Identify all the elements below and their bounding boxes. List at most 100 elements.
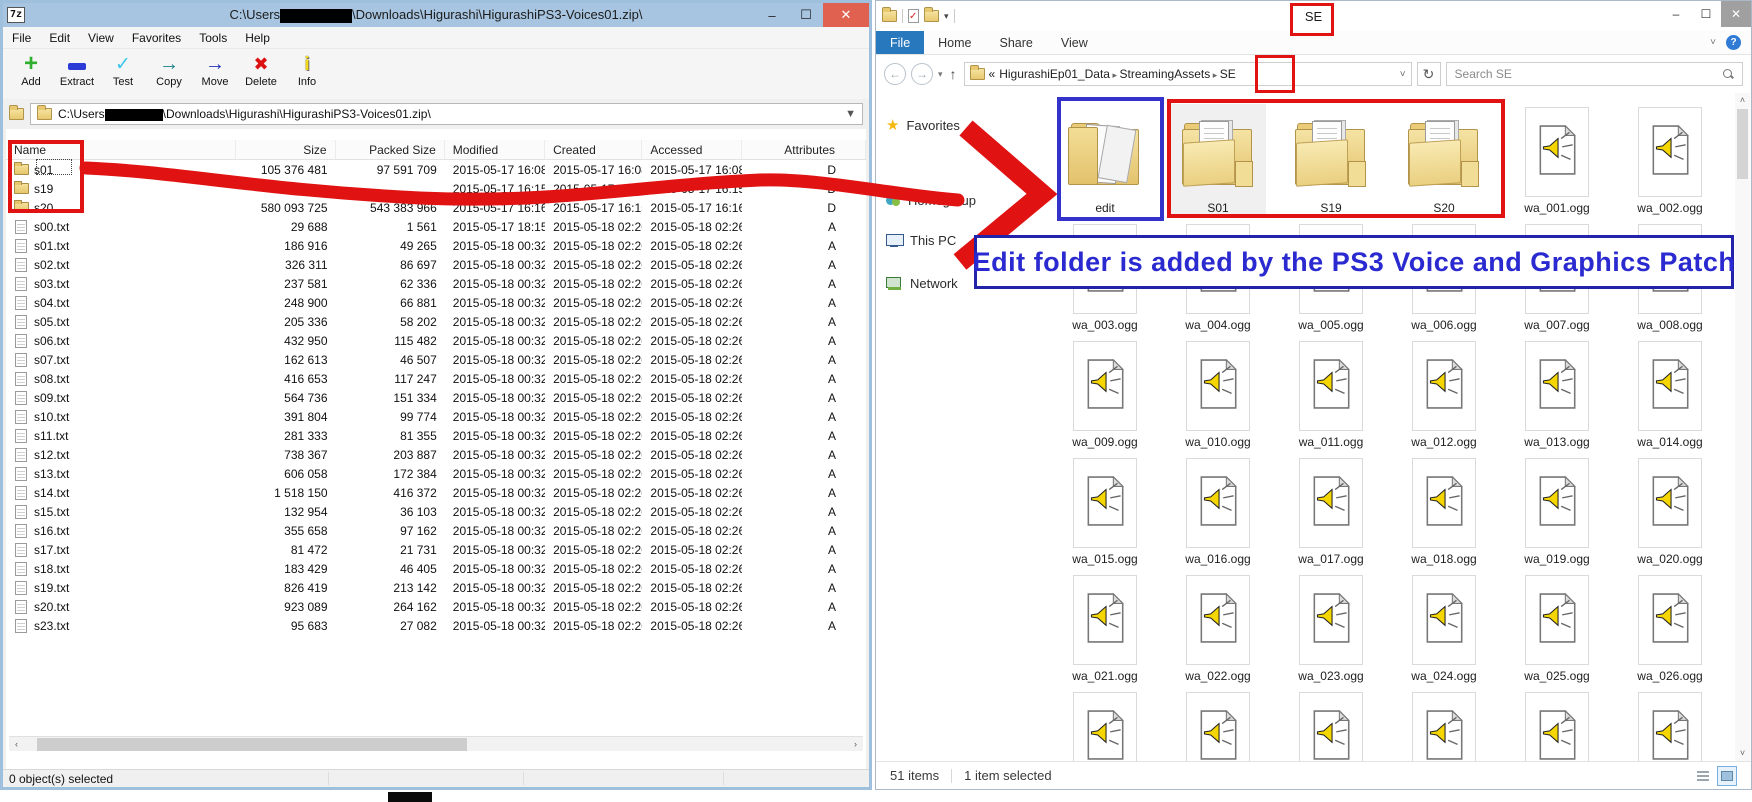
scroll-up-icon[interactable]: ˄ [1735, 93, 1750, 108]
tab-file[interactable]: File [876, 31, 924, 54]
column-header-name[interactable]: Name [6, 140, 236, 159]
breadcrumb-item-streamingassets[interactable]: StreamingAssets [1120, 67, 1211, 81]
scroll-right-icon[interactable]: › [848, 737, 863, 752]
sidebar-item-favorites[interactable]: ★Favorites [886, 116, 960, 134]
column-headers[interactable]: NameSizePacked SizeModifiedCreatedAccess… [6, 140, 866, 160]
toolbar-button-add[interactable]: +Add [9, 52, 53, 88]
size-cell [236, 179, 335, 198]
table-row[interactable]: s20580 093 725543 383 9662015-05-17 16:1… [6, 198, 866, 217]
tab-home[interactable]: Home [924, 31, 985, 54]
table-row[interactable]: s07.txt162 61346 5072015-05-18 00:322015… [6, 350, 866, 369]
toolbar-button-info[interactable]: iInfo [285, 52, 329, 88]
table-row[interactable]: s14.txt1 518 150416 3722015-05-18 00:322… [6, 483, 866, 502]
scrollbar-thumb[interactable] [37, 738, 467, 751]
sevenzip-titlebar[interactable]: 7z C:\Users\Downloads\Higurashi\Higurash… [3, 3, 869, 27]
table-row[interactable]: s00.txt29 6881 5612015-05-17 18:152015-0… [6, 217, 866, 236]
chevron-down-icon[interactable]: ▼ [845, 108, 856, 120]
table-row[interactable]: s13.txt606 058172 3842015-05-18 00:32201… [6, 464, 866, 483]
table-row[interactable]: s04.txt248 90066 8812015-05-18 00:322015… [6, 293, 866, 312]
sidebar-item-network[interactable]: Network [886, 276, 958, 291]
menu-item-file[interactable]: File [3, 31, 40, 45]
table-row[interactable]: s01.txt186 91649 2652015-05-18 00:322015… [6, 236, 866, 255]
close-button[interactable]: ✕ [823, 3, 869, 27]
menu-item-favorites[interactable]: Favorites [123, 31, 190, 45]
table-row[interactable]: s15.txt132 95436 1032015-05-18 00:322015… [6, 502, 866, 521]
table-row[interactable]: s192015-05-17 16:152015-05-17 16:142015-… [6, 179, 866, 198]
address-bar[interactable]: « HigurashiEp01_Data ▸ StreamingAssets ▸… [964, 62, 1412, 86]
file-label: wa_013.ogg [1499, 435, 1615, 449]
menu-item-tools[interactable]: Tools [190, 31, 236, 45]
column-header-modified[interactable]: Modified [445, 140, 545, 159]
sevenzip-address-input[interactable]: C:\Users\Downloads\Higurashi\HigurashiPS… [30, 103, 863, 125]
details-view-button[interactable] [1693, 766, 1713, 786]
table-row[interactable]: s12.txt738 367203 8872015-05-18 00:32201… [6, 445, 866, 464]
created-cell: 2015-05-17 16:08 [545, 160, 642, 179]
table-row[interactable]: s17.txt81 47221 7312015-05-18 00:322015-… [6, 540, 866, 559]
scrollbar-thumb[interactable] [1737, 109, 1748, 179]
table-row[interactable]: s03.txt237 58162 3362015-05-18 00:322015… [6, 274, 866, 293]
close-button[interactable]: ✕ [1721, 1, 1751, 27]
toolbar-button-move[interactable]: →Move [193, 52, 237, 88]
table-row[interactable]: s05.txt205 33658 2022015-05-18 00:322015… [6, 312, 866, 331]
toolbar-button-copy[interactable]: →Copy [147, 52, 191, 88]
size-cell: 132 954 [236, 502, 335, 521]
refresh-button[interactable]: ↻ [1417, 62, 1441, 86]
sidebar-item-this-pc[interactable]: This PC [886, 233, 956, 248]
minimize-button[interactable]: – [1661, 1, 1691, 27]
maximize-button[interactable]: ☐ [789, 3, 823, 27]
table-row[interactable]: s19.txt826 419213 1422015-05-18 00:32201… [6, 578, 866, 597]
table-row[interactable]: s01105 376 48197 591 7092015-05-17 16:08… [6, 160, 866, 179]
table-row[interactable]: s09.txt564 736151 3342015-05-18 00:32201… [6, 388, 866, 407]
table-row[interactable]: s11.txt281 33381 3552015-05-18 00:322015… [6, 426, 866, 445]
extract-icon [55, 52, 99, 76]
column-header-size[interactable]: Size [236, 140, 335, 159]
table-row[interactable]: s02.txt326 31186 6972015-05-18 00:322015… [6, 255, 866, 274]
column-header-attributes[interactable]: Attributes [742, 140, 866, 159]
modified-cell: 2015-05-18 00:32 [445, 255, 545, 274]
column-header-created[interactable]: Created [545, 140, 642, 159]
scroll-left-icon[interactable]: ‹ [9, 737, 24, 752]
menu-item-help[interactable]: Help [236, 31, 279, 45]
explorer-titlebar[interactable]: ▾ SE – ☐ ✕ [876, 1, 1751, 31]
up-button[interactable]: ↑ [950, 66, 957, 82]
minimize-button[interactable]: – [755, 3, 789, 27]
navigation-pane: ★Favorites Homegroup This PC Network [876, 93, 1048, 761]
toolbar-button-test[interactable]: ✓Test [101, 52, 145, 88]
ribbon-expand-chevron-icon[interactable]: ˅ [1710, 37, 1716, 48]
table-row[interactable]: s20.txt923 089264 1622015-05-18 00:32201… [6, 597, 866, 616]
table-row[interactable]: s16.txt355 65897 1622015-05-18 00:322015… [6, 521, 866, 540]
breadcrumb-item-higurashiep01_data[interactable]: HigurashiEp01_Data [999, 67, 1110, 81]
history-chevron-icon[interactable]: ▾ [938, 69, 943, 80]
table-row[interactable]: s08.txt416 653117 2472015-05-18 00:32201… [6, 369, 866, 388]
forward-button[interactable]: → [911, 63, 933, 85]
search-icon[interactable] [1723, 69, 1734, 80]
root-folder-icon[interactable] [9, 108, 24, 120]
thumbnail-frame [1299, 341, 1363, 431]
ogg-audio-icon [1423, 710, 1465, 762]
table-row[interactable]: s18.txt183 42946 4052015-05-18 00:322015… [6, 559, 866, 578]
column-header-packed-size[interactable]: Packed Size [336, 140, 445, 159]
search-input[interactable]: Search SE [1446, 62, 1743, 86]
scroll-down-icon[interactable]: ˅ [1735, 746, 1750, 761]
toolbar-button-extract[interactable]: Extract [55, 52, 99, 88]
menu-item-edit[interactable]: Edit [40, 31, 79, 45]
breadcrumb-item-se[interactable]: SE [1220, 67, 1236, 81]
address-chevron-icon[interactable]: ˅ [1400, 69, 1406, 80]
help-icon[interactable]: ? [1726, 35, 1741, 50]
maximize-button[interactable]: ☐ [1691, 1, 1721, 27]
back-button[interactable]: ← [884, 63, 906, 85]
tab-view[interactable]: View [1047, 31, 1102, 54]
column-header-accessed[interactable]: Accessed [642, 140, 741, 159]
menu-item-view[interactable]: View [79, 31, 123, 45]
vertical-scrollbar[interactable]: ˄ ˅ [1735, 93, 1750, 761]
list-view-icon [1697, 771, 1709, 781]
horizontal-scrollbar[interactable]: ‹ › [9, 736, 863, 751]
toolbar-button-delete[interactable]: ✖Delete [239, 52, 283, 88]
tab-share[interactable]: Share [986, 31, 1047, 54]
thumbnail-view-button[interactable] [1717, 766, 1737, 786]
accessed-cell: 2015-05-18 02:26 [642, 312, 741, 331]
table-row[interactable]: s10.txt391 80499 7742015-05-18 00:322015… [6, 407, 866, 426]
table-row[interactable]: s23.txt95 68327 0822015-05-18 00:322015-… [6, 616, 866, 635]
table-row[interactable]: s06.txt432 950115 4822015-05-18 00:32201… [6, 331, 866, 350]
sidebar-item-homegroup[interactable]: Homegroup [886, 193, 976, 208]
